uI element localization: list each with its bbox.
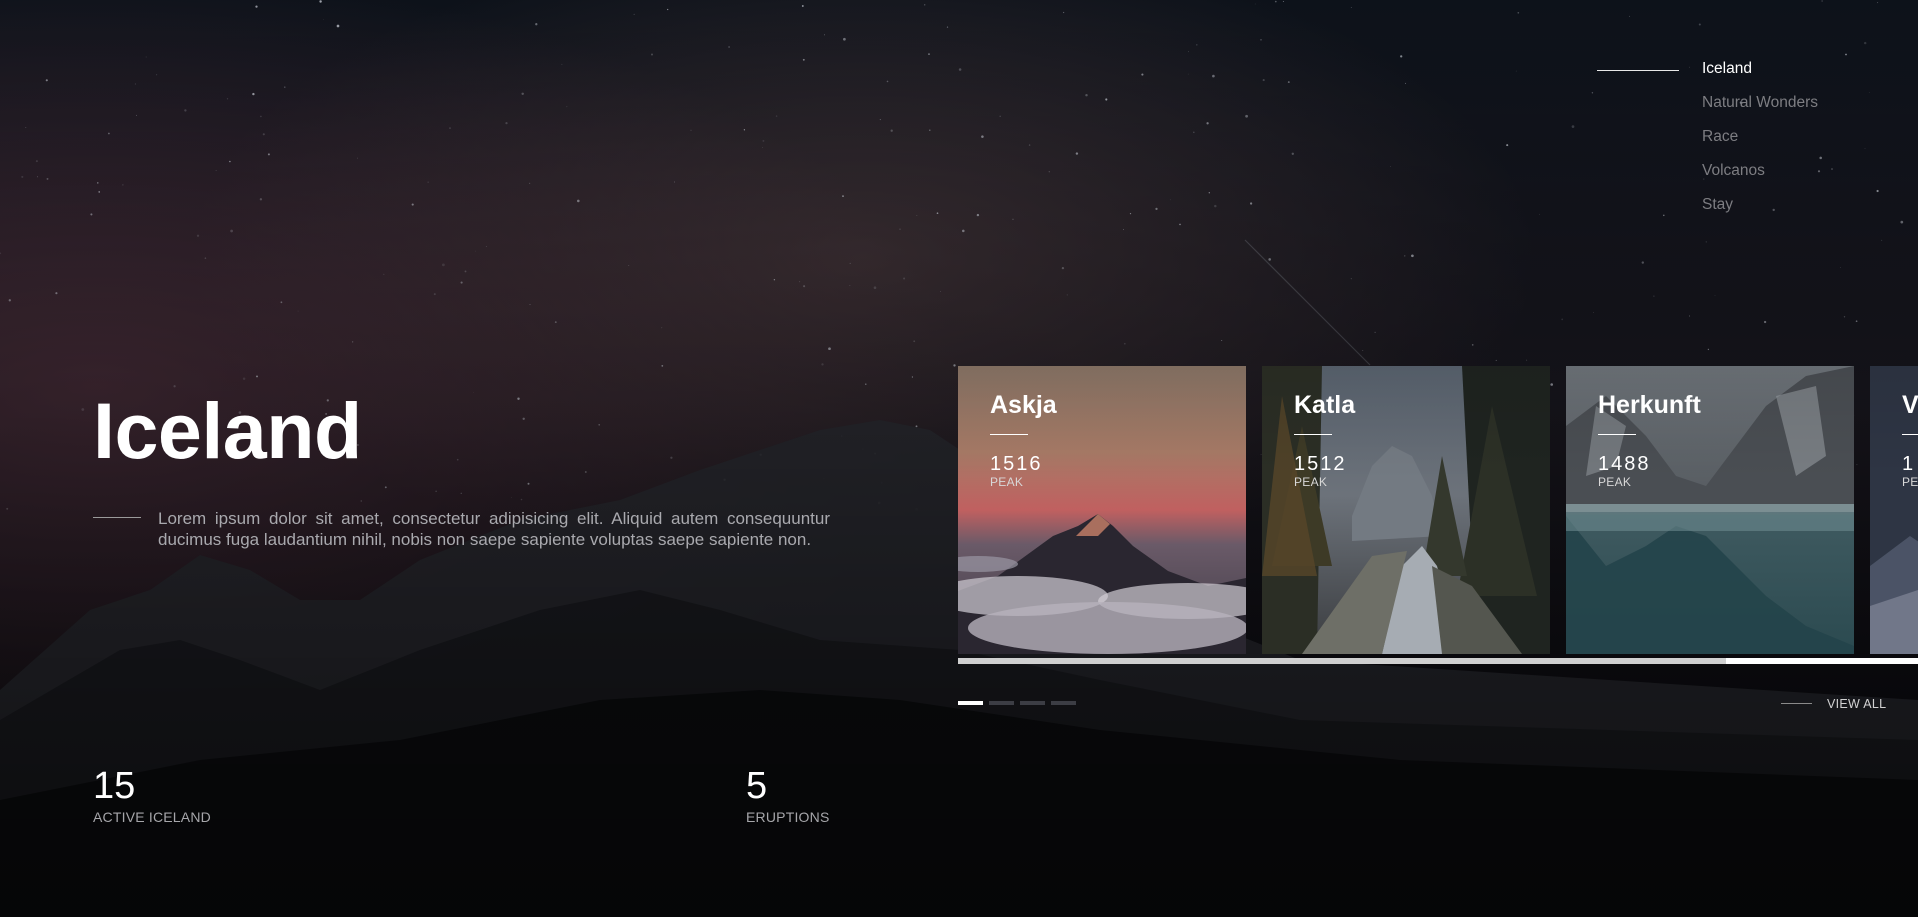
card-peak-label: PE <box>1902 475 1918 489</box>
peaks-carousel: Askja 1516 PEAK Katla 1512 PEAK Herkunft… <box>958 366 1918 654</box>
nav-list: Iceland Natural Wonders Race Volcanos St… <box>1702 58 1902 228</box>
card-partial[interactable]: V 1 PE <box>1870 366 1918 654</box>
view-all-link[interactable]: VIEW ALL <box>1781 695 1891 713</box>
card-peak-label: PEAK <box>1294 475 1328 489</box>
card-title: Askja <box>990 391 1057 419</box>
card-title: Katla <box>1294 391 1356 419</box>
view-all-divider <box>1781 703 1812 704</box>
pagination-dot[interactable] <box>1020 701 1045 705</box>
carousel-scrollbar-thumb[interactable] <box>1726 658 1918 664</box>
card-divider <box>1294 434 1332 435</box>
hero-description: Lorem ipsum dolor sit amet, consectetur … <box>158 509 830 549</box>
stat-eruptions-value: 5 <box>746 765 768 807</box>
card-divider <box>1598 434 1636 435</box>
card-peak-value: 1516 <box>990 453 1043 475</box>
pagination-dot[interactable] <box>958 701 983 705</box>
card-askja[interactable]: Askja 1516 PEAK <box>958 366 1246 654</box>
pagination-dot[interactable] <box>1051 701 1076 705</box>
view-all-label: VIEW ALL <box>1827 697 1887 711</box>
nav-active-indicator <box>1597 70 1679 71</box>
page-title: Iceland <box>93 386 362 475</box>
nav-item-natural-wonders[interactable]: Natural Wonders <box>1702 92 1902 126</box>
card-peak-label: PEAK <box>990 475 1024 489</box>
card-katla[interactable]: Katla 1512 PEAK <box>1262 366 1550 654</box>
card-peak-value: 1512 <box>1294 453 1347 475</box>
card-herkunft[interactable]: Herkunft 1488 PEAK <box>1566 366 1854 654</box>
nav-item-race[interactable]: Race <box>1702 126 1902 160</box>
card-peak-label: PEAK <box>1598 475 1632 489</box>
card-divider <box>990 434 1028 435</box>
card-peak-value: 1 <box>1902 453 1916 475</box>
hero-description-block: Lorem ipsum dolor sit amet, consectetur … <box>93 508 830 550</box>
stat-active-label: ACTIVE ICELAND <box>93 809 211 825</box>
stat-eruptions: 5 ERUPTIONS <box>746 764 829 826</box>
card-title: V <box>1902 391 1918 419</box>
stat-eruptions-label: ERUPTIONS <box>746 809 830 825</box>
card-peak-value: 1488 <box>1598 453 1651 475</box>
pagination-dot[interactable] <box>989 701 1014 705</box>
nav-item-stay[interactable]: Stay <box>1702 194 1902 228</box>
carousel-pagination <box>958 701 1076 705</box>
stat-active-value: 15 <box>93 765 136 807</box>
description-divider <box>93 517 141 518</box>
stat-active: 15 ACTIVE ICELAND <box>93 764 211 826</box>
card-divider <box>1902 434 1918 435</box>
card-title: Herkunft <box>1598 391 1701 419</box>
nav-item-volcanos[interactable]: Volcanos <box>1702 160 1902 194</box>
carousel-scrollbar[interactable] <box>958 658 1918 664</box>
nav-item-iceland[interactable]: Iceland <box>1702 58 1902 92</box>
